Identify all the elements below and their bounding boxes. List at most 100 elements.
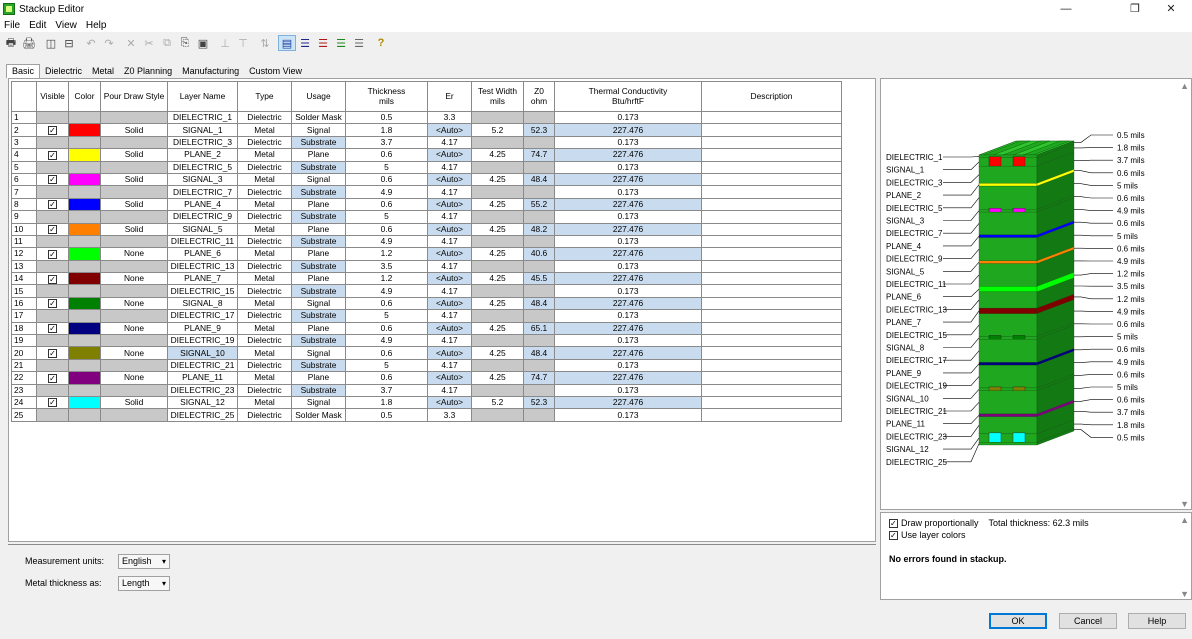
usage-cell[interactable]: Signal	[291, 346, 346, 360]
col-header-test-width[interactable]: Test Width mils	[471, 81, 524, 112]
table-row[interactable]: 11 DIELECTRIC_11 Dielectric Substrate 4.9 4.1…	[11, 234, 842, 249]
pour-style-cell[interactable]: Solid	[100, 197, 168, 212]
visible-cell[interactable]: ✓	[36, 123, 69, 137]
pour-style-cell[interactable]	[100, 259, 168, 274]
thickness-cell[interactable]: 0.5	[345, 408, 428, 422]
usage-cell[interactable]: Signal	[291, 395, 346, 410]
ok-button[interactable]: OK	[989, 613, 1047, 629]
help-button[interactable]: Help	[1128, 613, 1186, 629]
thermal-conductivity-cell[interactable]: 0.173	[554, 160, 702, 174]
thermal-conductivity-cell[interactable]: 227.476	[554, 172, 702, 187]
pour-style-cell[interactable]	[100, 234, 168, 249]
scroll-down-icon[interactable]: ▼	[1180, 499, 1189, 509]
pour-style-cell[interactable]	[100, 160, 168, 174]
type-cell[interactable]: Metal	[237, 148, 292, 162]
menu-file[interactable]: File	[4, 20, 20, 31]
col-header-pour[interactable]: Pour Draw Style	[100, 81, 168, 112]
pour-style-cell[interactable]: Solid	[100, 172, 168, 187]
type-cell[interactable]: Dielectric	[237, 135, 292, 150]
thickness-cell[interactable]: 5	[345, 358, 428, 373]
visible-cell[interactable]	[36, 259, 69, 274]
tab-metal[interactable]: Metal	[87, 65, 119, 78]
er-cell[interactable]: 4.17	[427, 259, 472, 274]
description-cell[interactable]	[701, 160, 842, 174]
row-number[interactable]: 14	[11, 272, 37, 286]
row-number[interactable]: 17	[11, 309, 37, 323]
row-number[interactable]: 20	[11, 346, 37, 360]
description-cell[interactable]	[701, 185, 842, 199]
visible-checkbox[interactable]: ✓	[48, 274, 57, 284]
layer-name-cell[interactable]: DIELECTRIC_23	[167, 383, 238, 398]
thermal-conductivity-cell[interactable]: 227.476	[554, 346, 702, 360]
col-header-visible[interactable]: Visible	[36, 81, 69, 112]
layer-name-cell[interactable]: DIELECTRIC_9	[167, 210, 238, 224]
row-number[interactable]: 22	[11, 371, 37, 385]
thermal-conductivity-cell[interactable]: 0.173	[554, 334, 702, 348]
layer-name-cell[interactable]: PLANE_9	[167, 321, 238, 336]
row-number[interactable]: 3	[11, 135, 37, 150]
paste-icon[interactable]: ▣	[194, 35, 212, 51]
pour-style-cell[interactable]	[100, 110, 168, 125]
undo-icon[interactable]: ↶	[82, 35, 100, 51]
thickness-cell[interactable]: 5	[345, 160, 428, 174]
description-cell[interactable]	[701, 296, 842, 311]
thermal-conductivity-cell[interactable]: 0.173	[554, 408, 702, 422]
row-number[interactable]: 24	[11, 395, 37, 410]
er-cell[interactable]: <Auto>	[427, 296, 472, 311]
visible-cell[interactable]: ✓	[36, 321, 69, 336]
usage-cell[interactable]: Plane	[291, 222, 346, 236]
er-cell[interactable]: 4.17	[427, 358, 472, 373]
thermal-conductivity-cell[interactable]: 0.173	[554, 135, 702, 150]
test-width-cell[interactable]: 4.25	[471, 321, 524, 336]
col-header-usage[interactable]: Usage	[291, 81, 346, 112]
row-number[interactable]: 9	[11, 210, 37, 224]
tab-manufacturing[interactable]: Manufacturing	[177, 65, 244, 78]
test-width-cell[interactable]	[471, 408, 524, 422]
layer-name-cell[interactable]: SIGNAL_10	[167, 346, 238, 360]
type-cell[interactable]: Metal	[237, 296, 292, 311]
layer-name-cell[interactable]: DIELECTRIC_13	[167, 259, 238, 274]
pour-style-cell[interactable]	[100, 135, 168, 150]
z0-cell[interactable]: 45.5	[523, 272, 555, 286]
thermal-conductivity-cell[interactable]: 227.476	[554, 247, 702, 261]
thermal-conductivity-cell[interactable]: 227.476	[554, 272, 702, 286]
test-width-cell[interactable]	[471, 284, 524, 298]
visible-checkbox[interactable]: ✓	[48, 299, 57, 309]
usage-cell[interactable]: Substrate	[291, 234, 346, 249]
table-row[interactable]: 5 DIELECTRIC_5 Dielectric Substrate 5 4.17 0.1…	[11, 160, 842, 174]
usage-cell[interactable]: Solder Mask	[291, 110, 346, 125]
print-preview-icon[interactable]: 🖨	[20, 35, 38, 51]
description-cell[interactable]	[701, 383, 842, 398]
thickness-cell[interactable]: 0.6	[345, 172, 428, 187]
test-width-cell[interactable]	[471, 234, 524, 249]
type-cell[interactable]: Dielectric	[237, 110, 292, 125]
type-cell[interactable]: Dielectric	[237, 210, 292, 224]
visible-cell[interactable]: ✓	[36, 148, 69, 162]
description-cell[interactable]	[701, 123, 842, 137]
z0-cell[interactable]	[523, 234, 555, 249]
thickness-cell[interactable]: 0.6	[345, 371, 428, 385]
test-width-cell[interactable]: 4.25	[471, 148, 524, 162]
row-number[interactable]: 7	[11, 185, 37, 199]
type-cell[interactable]: Dielectric	[237, 259, 292, 274]
color-swatch[interactable]	[68, 371, 101, 385]
description-cell[interactable]	[701, 334, 842, 348]
test-width-cell[interactable]	[471, 160, 524, 174]
thickness-cell[interactable]: 3.7	[345, 383, 428, 398]
er-cell[interactable]: 4.17	[427, 309, 472, 323]
thermal-conductivity-cell[interactable]: 0.173	[554, 284, 702, 298]
usage-cell[interactable]: Substrate	[291, 259, 346, 274]
menu-view[interactable]: View	[55, 20, 77, 31]
layer-name-cell[interactable]: SIGNAL_1	[167, 123, 238, 137]
er-cell[interactable]: <Auto>	[427, 123, 472, 137]
visible-cell[interactable]	[36, 408, 69, 422]
pour-style-cell[interactable]: Solid	[100, 395, 168, 410]
color-swatch[interactable]	[68, 123, 101, 137]
table-row[interactable]: 18 ✓ None PLANE_9 Metal Plane 0.6 <Auto> 4.25 65.…	[11, 321, 842, 336]
z0-cell[interactable]: 48.4	[523, 346, 555, 360]
usage-cell[interactable]: Substrate	[291, 210, 346, 224]
z0-cell[interactable]: 48.2	[523, 222, 555, 236]
col-header-description[interactable]: Description	[701, 81, 842, 112]
tab-z0-planning[interactable]: Z0 Planning	[119, 65, 177, 78]
tab-custom-view[interactable]: Custom View	[244, 65, 307, 78]
